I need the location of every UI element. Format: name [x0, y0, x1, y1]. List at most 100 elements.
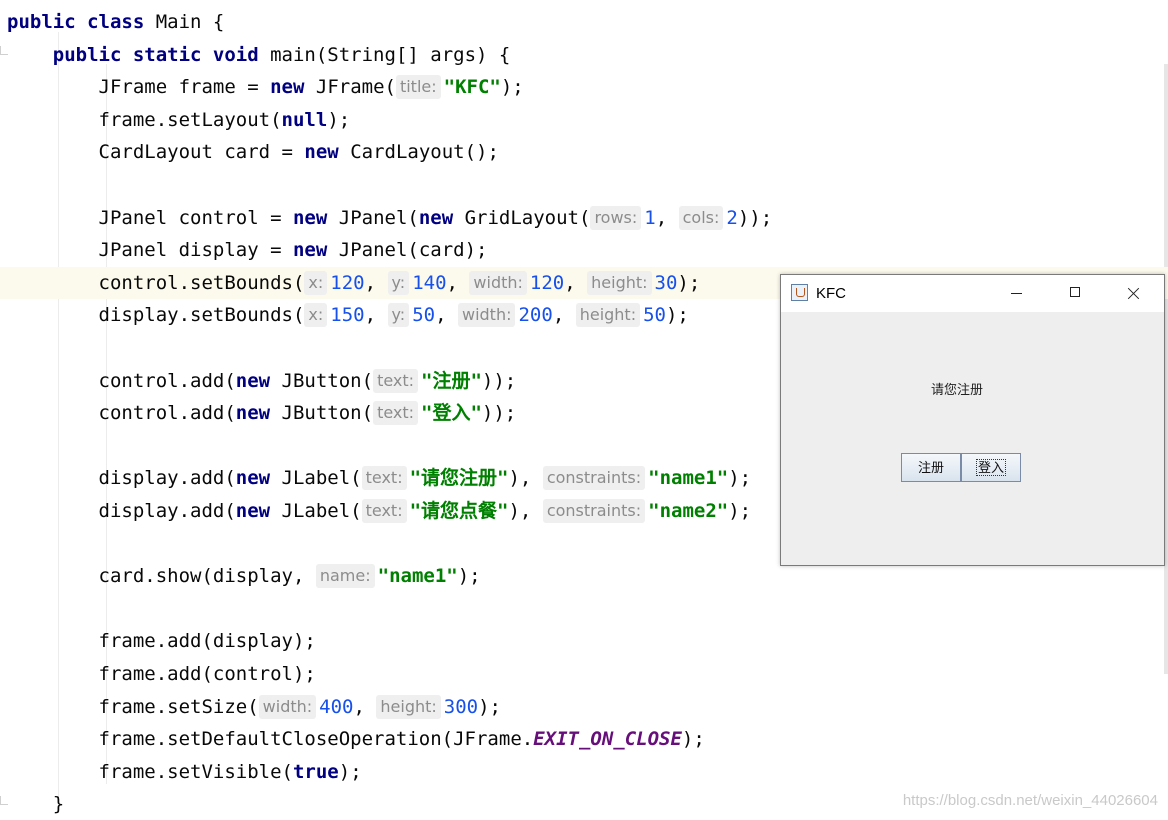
code-token: ); [327, 108, 351, 131]
parameter-hint: name: [315, 564, 375, 589]
code-line[interactable]: public static void main(String[] args) { [0, 39, 511, 71]
code-token: )); [481, 369, 517, 392]
code-token: ); [457, 565, 481, 588]
login-button-label: 登入 [975, 459, 1007, 476]
code-line[interactable]: frame.setSize(width: 400, height: 300); [0, 691, 501, 723]
code-token: control.setBounds( [7, 271, 305, 294]
code-token: 150 [330, 304, 365, 327]
parameter-hint: text: [361, 466, 407, 491]
register-button[interactable]: 注册 [901, 453, 961, 482]
code-line[interactable]: display.setBounds(x: 150, y: 50, width: 200… [0, 299, 689, 331]
code-token: ), [508, 467, 543, 490]
code-line[interactable]: frame.setLayout(null); [0, 104, 351, 136]
code-line[interactable]: frame.setVisible(true); [0, 756, 362, 788]
code-token: frame.setDefaultCloseOperation(JFrame. [7, 728, 534, 751]
code-token: 2 [726, 206, 738, 229]
java-cup-icon [791, 284, 808, 301]
code-token: public static void [52, 43, 271, 66]
code-token: , [564, 271, 588, 294]
code-token: JFrame frame = [7, 76, 271, 99]
parameter-hint: height: [575, 303, 641, 328]
code-token: frame.setLayout( [7, 108, 282, 131]
code-token: frame.setVisible( [7, 760, 293, 783]
code-line[interactable] [0, 430, 7, 462]
maximize-icon[interactable] [1046, 275, 1104, 312]
code-line[interactable]: frame.setDefaultCloseOperation(JFrame.EX… [0, 723, 705, 755]
parameter-hint: x: [304, 303, 328, 328]
code-line[interactable]: } [0, 788, 64, 820]
code-token: 300 [443, 695, 479, 718]
window-titlebar[interactable]: KFC [781, 275, 1164, 312]
parameter-hint: height: [376, 694, 441, 719]
kfc-window[interactable]: KFC 请您注册 注册 登入 [780, 274, 1165, 566]
code-token: JPanel( [338, 206, 419, 229]
code-token: ); [478, 695, 501, 718]
code-token: ); [681, 728, 705, 751]
login-button[interactable]: 登入 [961, 453, 1021, 482]
code-line[interactable]: frame.add(display); [0, 625, 316, 657]
code-token: true [292, 760, 339, 783]
code-token: "KFC" [443, 76, 501, 99]
code-token: JButton( [281, 369, 374, 392]
code-token: card.show(display, [7, 565, 316, 588]
parameter-hint: constraints: [542, 466, 646, 491]
code-token: , [552, 304, 576, 327]
code-token: new [235, 500, 282, 522]
window-title: KFC [816, 285, 846, 302]
parameter-hint: y: [387, 270, 410, 295]
code-token: new [418, 206, 465, 229]
code-token: display.add( [7, 467, 236, 490]
code-token: 140 [412, 271, 447, 294]
code-token: new [235, 402, 282, 425]
minimize-icon[interactable] [988, 275, 1046, 312]
code-token: 200 [518, 304, 553, 327]
code-token: , [655, 206, 679, 229]
watermark: https://blog.csdn.net/weixin_44026604 [902, 792, 1158, 809]
code-token: control.add( [7, 369, 236, 392]
code-token: 1 [644, 206, 656, 229]
code-line[interactable]: control.add(new JButton(text: "登入")); [0, 397, 516, 429]
code-token: JButton( [281, 402, 374, 425]
code-token: new [292, 239, 339, 262]
code-line[interactable]: public class Main { [0, 6, 224, 38]
code-token: ); [728, 500, 752, 522]
code-line[interactable]: display.add(new JLabel(text: "请您点餐"), con… [0, 495, 751, 527]
close-icon[interactable] [1104, 275, 1162, 312]
code-token: )); [481, 402, 517, 425]
code-token: display.setBounds( [7, 304, 305, 327]
code-line[interactable]: frame.add(control); [0, 658, 316, 690]
code-line[interactable] [0, 593, 7, 625]
code-line[interactable]: control.add(new JButton(text: "注册")); [0, 365, 516, 397]
code-line[interactable]: JPanel control = new JPanel(new GridLayo… [0, 202, 772, 234]
code-token: "请您注册" [409, 467, 509, 490]
code-line[interactable]: display.add(new JLabel(text: "请您注册"), con… [0, 462, 751, 494]
code-token: new [292, 206, 339, 229]
code-token: new [235, 369, 282, 392]
code-line[interactable]: JFrame frame = new JFrame(title: "KFC"); [0, 71, 524, 103]
code-token: , [446, 271, 470, 294]
parameter-hint: width: [469, 270, 527, 295]
parameter-hint: text: [373, 401, 419, 426]
code-token: Main { [155, 11, 225, 33]
code-token: ), [508, 500, 543, 522]
display-label: 请您注册 [930, 382, 983, 397]
parameter-hint: constraints: [542, 499, 646, 523]
code-line[interactable] [0, 332, 7, 364]
code-token: JPanel control = [7, 206, 293, 229]
code-token: 120 [330, 271, 365, 294]
code-token: new [304, 141, 351, 164]
parameter-hint: text: [373, 368, 419, 393]
code-token: , [435, 304, 458, 327]
code-line[interactable]: JPanel display = new JPanel(card); [0, 234, 488, 266]
code-line[interactable]: card.show(display, name: "name1"); [0, 560, 481, 592]
parameter-hint: width: [457, 303, 516, 328]
code-line[interactable] [0, 528, 7, 560]
code-token: EXIT_ON_CLOSE [533, 728, 682, 751]
code-line[interactable]: CardLayout card = new CardLayout(); [0, 136, 499, 168]
code-token: } [7, 793, 65, 816]
code-line[interactable] [0, 169, 7, 201]
code-token: 400 [319, 695, 354, 718]
code-token: ); [665, 304, 689, 327]
code-token: CardLayout card = [7, 141, 305, 164]
code-token: public class [7, 11, 156, 33]
